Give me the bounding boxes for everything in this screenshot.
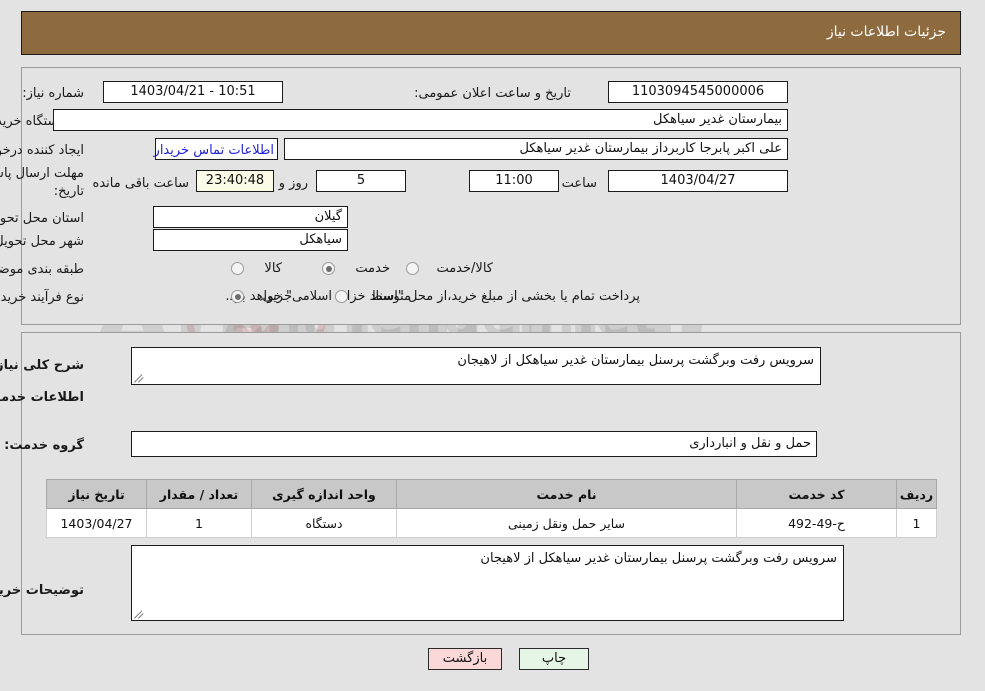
print-button[interactable]: چاپ — [520, 648, 590, 670]
request-creator-label: ایجاد کننده درخواست: — [0, 143, 85, 158]
services-heading: اطلاعات خدمات مورد نیاز — [0, 390, 85, 405]
deadline-label-line1: مهلت ارسال پاسخ: تا — [0, 166, 85, 181]
category-option-khedmat[interactable]: خدمت — [356, 261, 391, 276]
resize-grip-icon-notes[interactable] — [135, 609, 145, 619]
col-unit: واحد اندازه گیری — [252, 479, 398, 509]
buyer-notes-label: توضیحات خریدار: — [0, 583, 85, 598]
process-option-motavaset[interactable]: متوسط — [371, 289, 412, 304]
need-number-value: 1103094545000006 — [609, 81, 789, 103]
cell-name: سایر حمل ونقل زمینی — [397, 508, 738, 538]
need-number-label: شماره نیاز: — [23, 86, 85, 101]
buyer-notes-textarea[interactable]: سرویس رفت وبرگشت پرسنل بیمارستان غدیر سی… — [132, 545, 845, 621]
col-name: نام خدمت — [397, 479, 738, 509]
remaining-days-unit: روز و — [279, 176, 309, 191]
col-row: ردیف — [897, 479, 938, 509]
category-label: طبقه بندی موضوعی: — [0, 262, 85, 277]
countdown-unit: ساعت باقی مانده — [93, 176, 190, 191]
page-title: جزئیات اطلاعات نیاز — [827, 24, 947, 40]
resize-grip-icon[interactable] — [135, 373, 145, 383]
countdown-value: 23:40:48 — [197, 170, 275, 192]
back-button[interactable]: بازگشت — [429, 648, 503, 670]
col-code: کد خدمت — [737, 479, 898, 509]
delivery-city-label: شهر محل تحویل: — [0, 234, 85, 249]
announce-date-label: تاریخ و ساعت اعلان عمومی: — [415, 86, 572, 101]
service-group-label: گروه خدمت: — [5, 438, 85, 453]
cell-date: 1403/04/27 — [47, 508, 148, 538]
table-row: 1 ح-49-492 سایر حمل ونقل زمینی دستگاه 1 … — [47, 508, 938, 538]
category-radio-kala[interactable] — [232, 262, 245, 275]
buyer-org-value: بیمارستان غدیر سیاهکل — [54, 109, 789, 131]
page-header-bar: جزئیات اطلاعات نیاز — [22, 11, 962, 55]
services-table: ردیف کد خدمت نام خدمت واحد اندازه گیری ت… — [47, 479, 938, 538]
cell-row: 1 — [897, 508, 938, 538]
table-header-row: ردیف کد خدمت نام خدمت واحد اندازه گیری ت… — [47, 479, 938, 509]
purchase-process-label: نوع فرآیند خرید : — [0, 290, 85, 305]
category-radio-khedmat[interactable] — [323, 262, 336, 275]
summary-textarea[interactable]: سرویس رفت وبرگشت پرسنل بیمارستان غدیر سی… — [132, 347, 822, 385]
deadline-hour-label: ساعت — [562, 176, 598, 191]
summary-value: سرویس رفت وبرگشت پرسنل بیمارستان غدیر سی… — [458, 353, 815, 368]
summary-label: شرح کلی نیاز: — [0, 358, 85, 373]
cell-code: ح-49-492 — [737, 508, 898, 538]
col-qty: تعداد / مقدار — [147, 479, 253, 509]
category-radio-kala-khedmat[interactable] — [407, 262, 420, 275]
delivery-city-value: سیاهکل — [154, 229, 349, 251]
col-date: تاریخ نیاز — [47, 479, 148, 509]
cell-unit: دستگاه — [252, 508, 398, 538]
process-option-jozee[interactable]: جزیی — [263, 289, 293, 304]
delivery-province-label: استان محل تحویل: — [0, 211, 85, 226]
remaining-days-value: 5 — [317, 170, 407, 192]
deadline-date-value: 1403/04/27 — [609, 170, 789, 192]
buyer-contact-link[interactable]: اطلاعات تماس خریدار — [155, 143, 275, 158]
category-option-kala[interactable]: کالا — [265, 261, 283, 276]
process-radio-jozee[interactable] — [232, 290, 245, 303]
process-radio-motavaset[interactable] — [336, 290, 349, 303]
request-creator-value: علی اکبر پابرجا کاربرداز بیمارستان غدیر … — [285, 138, 789, 160]
need-summary-panel — [22, 67, 962, 325]
buyer-notes-value: سرویس رفت وبرگشت پرسنل بیمارستان غدیر سی… — [481, 551, 838, 566]
deadline-hour-value: 11:00 — [470, 170, 560, 192]
cell-qty: 1 — [147, 508, 253, 538]
category-option-kala-khedmat[interactable]: کالا/خدمت — [437, 261, 494, 276]
announce-date-value: 10:51 - 1403/04/21 — [104, 81, 284, 103]
service-group-value: حمل و نقل و انبارداری — [132, 431, 818, 457]
delivery-province-value: گیلان — [154, 206, 349, 228]
deadline-label-line2: تاریخ: — [54, 184, 85, 199]
